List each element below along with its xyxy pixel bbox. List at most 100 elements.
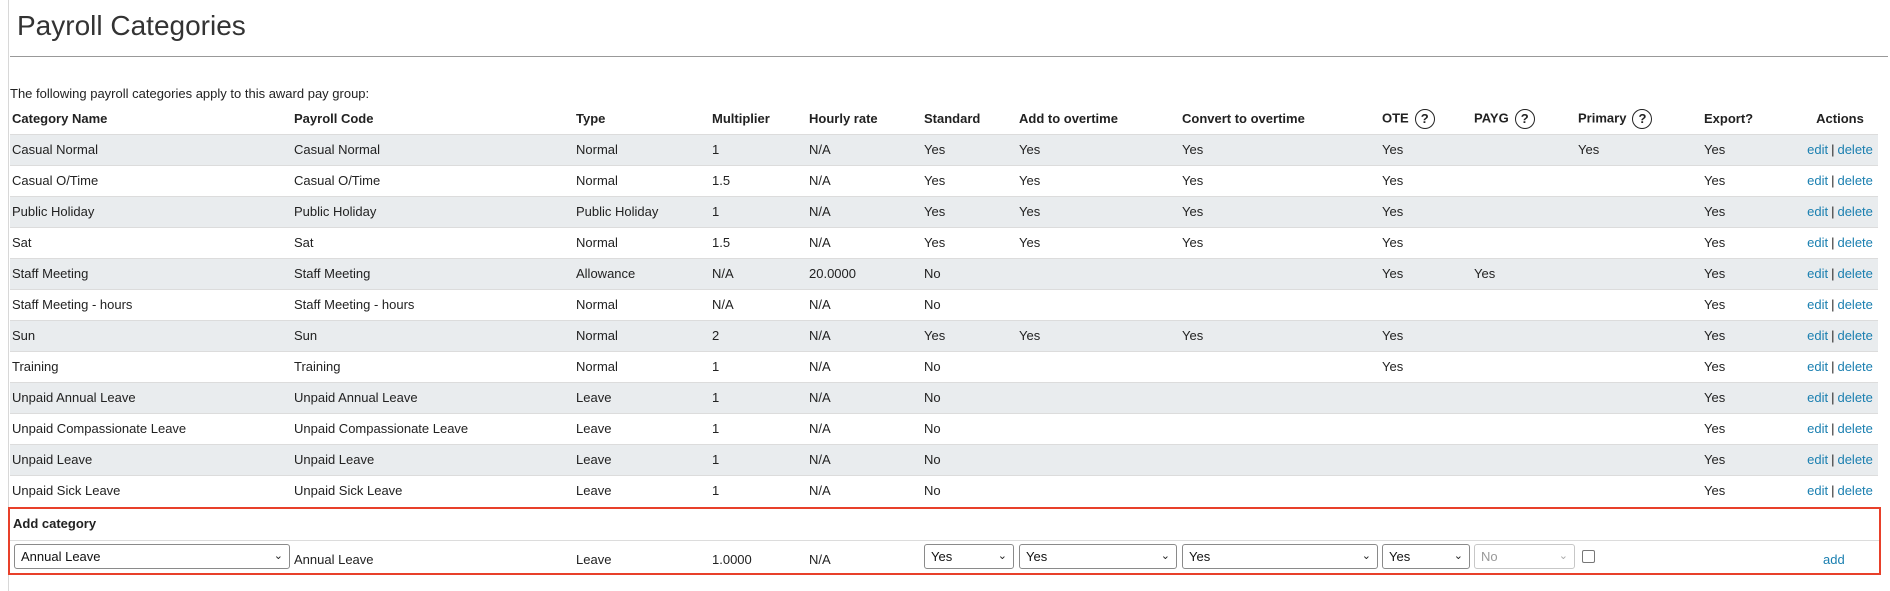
table-cell [1380, 288, 1472, 320]
table-cell: No [922, 443, 1017, 475]
table-cell: Yes [1702, 133, 1802, 165]
table-cell: 20.0000 [807, 257, 922, 289]
table-row: Training Training Normal 1 N/A No Yes Yes edit | d… [10, 350, 1878, 382]
row-actions: edit | delete [1802, 257, 1878, 289]
add-to-overtime-select[interactable]: Yes ⌄ [1019, 544, 1177, 569]
edit-link[interactable]: edit [1807, 235, 1828, 250]
table-cell: Public Holiday [10, 195, 292, 227]
table-cell: Public Holiday [292, 195, 574, 227]
table-cell: Leave [574, 474, 710, 506]
table-cell: Yes [1180, 319, 1380, 351]
ote-select[interactable]: Yes ⌄ [1382, 544, 1470, 569]
delete-link[interactable]: delete [1837, 235, 1872, 250]
table-cell: Leave [574, 381, 710, 413]
add-button[interactable]: add [1823, 552, 1845, 567]
delete-link[interactable]: delete [1837, 328, 1872, 343]
convert-to-overtime-select-value: Yes [1189, 549, 1211, 564]
add-payroll-code: Annual Leave [294, 552, 374, 567]
column-header: Convert to overtime [1180, 104, 1380, 134]
table-cell: N/A [710, 257, 807, 289]
table-cell: Yes [1702, 350, 1802, 382]
table-cell [1576, 195, 1702, 227]
table-cell: N/A [807, 381, 922, 413]
question-circle-icon[interactable]: ? [1414, 108, 1435, 129]
column-header: PAYG? [1472, 104, 1576, 134]
table-cell [1380, 412, 1472, 444]
table-cell: Yes [1017, 195, 1180, 227]
table-cell: N/A [807, 164, 922, 196]
add-hourly-rate: N/A [809, 552, 831, 567]
payg-select[interactable]: No ⌄ [1474, 544, 1575, 569]
table-cell: Sun [292, 319, 574, 351]
delete-link[interactable]: delete [1837, 390, 1872, 405]
delete-link[interactable]: delete [1837, 452, 1872, 467]
standard-select[interactable]: Yes ⌄ [924, 544, 1014, 569]
table-cell [1576, 164, 1702, 196]
delete-link[interactable]: delete [1837, 297, 1872, 312]
edit-link[interactable]: edit [1807, 328, 1828, 343]
table-cell [1180, 412, 1380, 444]
table-cell: Unpaid Sick Leave [10, 474, 292, 506]
question-circle-icon[interactable]: ? [1514, 108, 1535, 129]
row-actions: edit | delete [1802, 412, 1878, 444]
column-header-label: OTE [1382, 110, 1409, 126]
edit-link[interactable]: edit [1807, 421, 1828, 436]
primary-checkbox[interactable] [1582, 550, 1595, 563]
delete-link[interactable]: delete [1837, 421, 1872, 436]
edit-link[interactable]: edit [1807, 452, 1828, 467]
table-cell: Yes [1017, 226, 1180, 258]
edit-link[interactable]: edit [1807, 359, 1828, 374]
column-header: Actions [1802, 104, 1878, 134]
table-cell: Yes [1702, 226, 1802, 258]
edit-link[interactable]: edit [1807, 142, 1828, 157]
table-cell: Allowance [574, 257, 710, 289]
table-cell: Yes [1702, 443, 1802, 475]
table-cell: Unpaid Sick Leave [292, 474, 574, 506]
add-category-panel: Add category Annual Leave ⌄ Annual Leave… [8, 507, 1881, 575]
table-cell [1576, 319, 1702, 351]
table-cell: Yes [1380, 195, 1472, 227]
column-header: OTE? [1380, 104, 1472, 134]
add-category-divider [10, 540, 1879, 541]
table-cell [1472, 133, 1576, 165]
table-cell: Yes [922, 226, 1017, 258]
table-cell [1472, 319, 1576, 351]
category-select[interactable]: Annual Leave ⌄ [14, 544, 290, 569]
table-cell [1472, 381, 1576, 413]
edit-link[interactable]: edit [1807, 204, 1828, 219]
table-cell: Leave [574, 412, 710, 444]
table-cell: Yes [1472, 257, 1576, 289]
delete-link[interactable]: delete [1837, 359, 1872, 374]
edit-link[interactable]: edit [1807, 297, 1828, 312]
row-actions: edit | delete [1802, 443, 1878, 475]
column-header-label: Convert to overtime [1182, 111, 1305, 127]
edit-link[interactable]: edit [1807, 390, 1828, 405]
table-row: Casual Normal Casual Normal Normal 1 N/A Yes Y… [10, 133, 1878, 165]
edit-link[interactable]: edit [1807, 483, 1828, 498]
table-cell: Yes [1017, 133, 1180, 165]
table-row: Unpaid Leave Unpaid Leave Leave 1 N/A No Yes ed… [10, 443, 1878, 475]
delete-link[interactable]: delete [1837, 483, 1872, 498]
table-cell [1017, 257, 1180, 289]
edit-link[interactable]: edit [1807, 266, 1828, 281]
delete-link[interactable]: delete [1837, 173, 1872, 188]
add-category-title: Add category [13, 516, 97, 531]
table-row: Unpaid Sick Leave Unpaid Sick Leave Leave 1… [10, 474, 1878, 506]
row-actions: edit | delete [1802, 381, 1878, 413]
table-cell: Casual O/Time [10, 164, 292, 196]
delete-link[interactable]: delete [1837, 266, 1872, 281]
delete-link[interactable]: delete [1837, 142, 1872, 157]
table-cell: Unpaid Compassionate Leave [10, 412, 292, 444]
edit-link[interactable]: edit [1807, 173, 1828, 188]
column-header-label: PAYG [1474, 110, 1509, 126]
table-cell [1180, 350, 1380, 382]
table-cell: Normal [574, 133, 710, 165]
category-select-value: Annual Leave [21, 549, 101, 564]
table-cell: 1 [710, 412, 807, 444]
table-cell [1017, 381, 1180, 413]
delete-link[interactable]: delete [1837, 204, 1872, 219]
question-circle-icon[interactable]: ? [1632, 108, 1653, 129]
convert-to-overtime-select[interactable]: Yes ⌄ [1182, 544, 1378, 569]
table-cell: Sun [10, 319, 292, 351]
table-cell: Unpaid Compassionate Leave [292, 412, 574, 444]
